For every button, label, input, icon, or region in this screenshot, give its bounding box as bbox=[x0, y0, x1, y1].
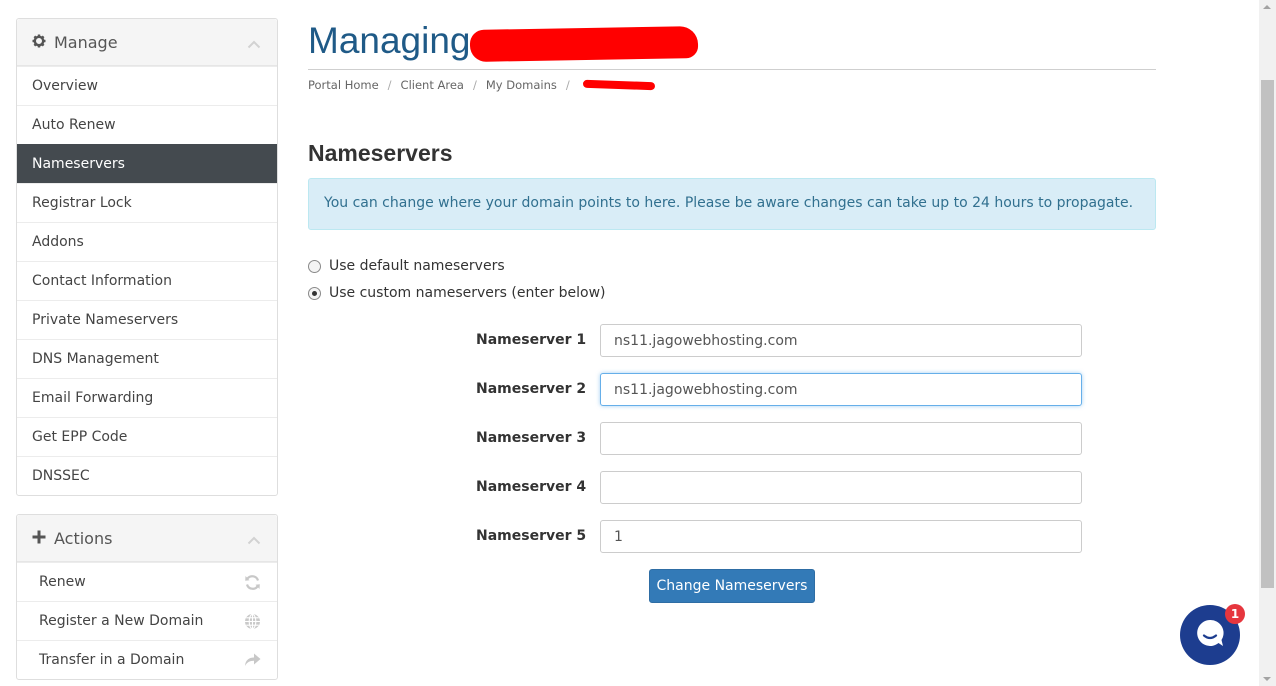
page-title: Managing bbox=[308, 20, 471, 61]
alert-text: You can change where your domain points … bbox=[324, 195, 1134, 211]
chat-notification-badge: 1 bbox=[1225, 604, 1245, 624]
sidebar-item-label: Get EPP Code bbox=[32, 429, 128, 445]
manage-panel-heading[interactable]: Manage bbox=[17, 19, 277, 66]
manage-panel: Manage Overview Auto Renew Nameservers R… bbox=[16, 18, 278, 496]
action-label: Transfer in a Domain bbox=[39, 652, 185, 668]
radio-button[interactable] bbox=[308, 286, 321, 300]
radio-label: Use default nameservers bbox=[329, 258, 505, 274]
action-register-domain[interactable]: Register a New Domain bbox=[17, 601, 277, 640]
scrollbar-thumb[interactable] bbox=[1261, 80, 1274, 588]
action-renew[interactable]: Renew bbox=[17, 562, 277, 601]
breadcrumb-client-area[interactable]: Client Area bbox=[401, 78, 464, 92]
nameserver-2-label: Nameserver 2 bbox=[476, 381, 587, 397]
sidebar-item-label: Addons bbox=[32, 234, 84, 250]
nameserver-4-input[interactable] bbox=[600, 471, 1082, 504]
nameserver-5-input[interactable] bbox=[600, 520, 1082, 553]
redaction-mark bbox=[582, 79, 655, 91]
gear-icon bbox=[32, 33, 46, 52]
sidebar-item-overview[interactable]: Overview bbox=[17, 66, 277, 105]
radio-custom-nameservers[interactable]: Use custom nameservers (enter below) bbox=[308, 285, 606, 301]
section-title: Nameservers bbox=[308, 140, 453, 166]
sidebar-item-label: Overview bbox=[32, 78, 98, 94]
scroll-down-arrow-icon[interactable] bbox=[1263, 677, 1271, 681]
manage-panel-title: Manage bbox=[54, 32, 118, 52]
info-alert: You can change where your domain points … bbox=[308, 178, 1156, 230]
sidebar-item-label: DNS Management bbox=[32, 351, 159, 367]
sidebar-item-label: Registrar Lock bbox=[32, 195, 132, 211]
breadcrumb-separator: / bbox=[565, 78, 570, 92]
chevron-up-icon[interactable] bbox=[247, 34, 261, 53]
radio-label: Use custom nameservers (enter below) bbox=[329, 285, 606, 301]
page-scrollbar[interactable] bbox=[1259, 0, 1276, 686]
globe-icon bbox=[244, 613, 261, 634]
breadcrumb-portal-home[interactable]: Portal Home bbox=[308, 78, 379, 92]
sidebar-item-get-epp-code[interactable]: Get EPP Code bbox=[17, 417, 277, 456]
nameserver-3-input[interactable] bbox=[600, 422, 1082, 455]
sidebar-item-contact-information[interactable]: Contact Information bbox=[17, 261, 277, 300]
sidebar-item-label: Private Nameservers bbox=[32, 312, 179, 328]
sidebar-item-dnssec[interactable]: DNSSEC bbox=[17, 456, 277, 495]
sidebar-item-email-forwarding[interactable]: Email Forwarding bbox=[17, 378, 277, 417]
sidebar-item-nameservers[interactable]: Nameservers bbox=[17, 144, 277, 183]
nameserver-3-label: Nameserver 3 bbox=[476, 430, 587, 446]
actions-panel-title: Actions bbox=[54, 528, 113, 548]
scroll-up-arrow-icon[interactable] bbox=[1263, 5, 1271, 9]
action-transfer-domain[interactable]: Transfer in a Domain bbox=[17, 640, 277, 679]
sidebar-item-label: Contact Information bbox=[32, 273, 172, 289]
sidebar-item-label: Nameservers bbox=[32, 156, 125, 172]
share-arrow-icon bbox=[244, 652, 261, 671]
change-nameservers-button[interactable]: Change Nameservers bbox=[649, 569, 815, 603]
plus-icon bbox=[32, 529, 46, 548]
sidebar-item-label: DNSSEC bbox=[32, 468, 90, 484]
nameserver-5-label: Nameserver 5 bbox=[476, 528, 587, 544]
breadcrumb-my-domains[interactable]: My Domains bbox=[486, 78, 557, 92]
actions-panel: Actions Renew Register a New Domain Tran… bbox=[16, 514, 278, 680]
title-divider bbox=[308, 69, 1156, 70]
redaction-mark bbox=[469, 26, 699, 62]
sidebar-item-label: Email Forwarding bbox=[32, 390, 154, 406]
chat-bubble-icon bbox=[1194, 617, 1226, 653]
action-label: Register a New Domain bbox=[39, 613, 204, 629]
sidebar-item-private-nameservers[interactable]: Private Nameservers bbox=[17, 300, 277, 339]
sidebar-item-dns-management[interactable]: DNS Management bbox=[17, 339, 277, 378]
sidebar-item-label: Auto Renew bbox=[32, 117, 116, 133]
chevron-up-icon[interactable] bbox=[247, 530, 261, 549]
breadcrumb-separator: / bbox=[387, 78, 392, 92]
sidebar-item-addons[interactable]: Addons bbox=[17, 222, 277, 261]
breadcrumb-separator: / bbox=[472, 78, 477, 92]
nameserver-1-label: Nameserver 1 bbox=[476, 332, 587, 348]
radio-button[interactable] bbox=[308, 259, 321, 273]
nameserver-1-input[interactable] bbox=[600, 324, 1082, 357]
sidebar-item-auto-renew[interactable]: Auto Renew bbox=[17, 105, 277, 144]
nameserver-2-input[interactable] bbox=[600, 373, 1082, 406]
breadcrumb: Portal Home / Client Area / My Domains / bbox=[308, 78, 655, 92]
action-label: Renew bbox=[39, 574, 86, 590]
radio-default-nameservers[interactable]: Use default nameservers bbox=[308, 258, 505, 274]
actions-panel-heading[interactable]: Actions bbox=[17, 515, 277, 562]
nameserver-4-label: Nameserver 4 bbox=[476, 479, 587, 495]
sidebar-item-registrar-lock[interactable]: Registrar Lock bbox=[17, 183, 277, 222]
refresh-icon bbox=[244, 574, 261, 595]
